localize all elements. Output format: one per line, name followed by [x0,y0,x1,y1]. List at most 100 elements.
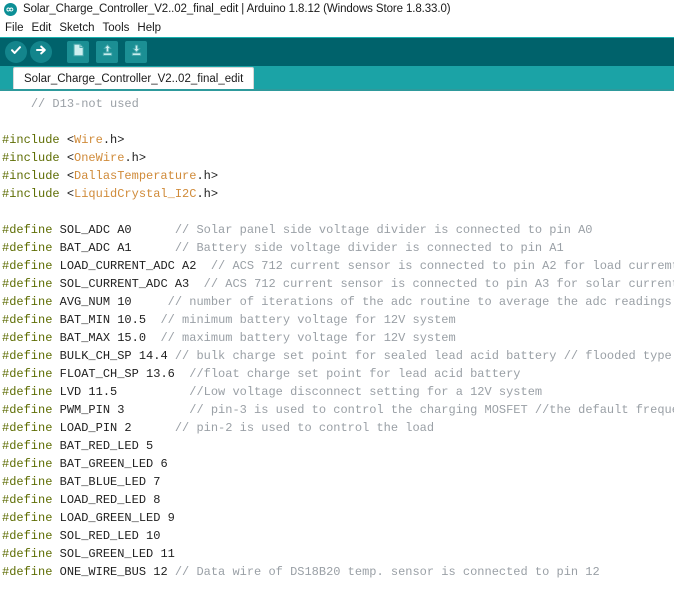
code-token: //Low voltage disconnect setting for a 1… [189,385,542,399]
code-token: LOAD_PIN 2 [52,421,174,435]
code-token: #define [2,529,52,543]
arrow-right-icon [34,43,48,62]
menu-item-tools[interactable]: Tools [103,22,135,34]
arrow-up-icon [101,43,114,62]
code-editor[interactable]: // D13-not used #include <Wire.h>#includ… [0,91,674,600]
menu-item-file[interactable]: File [5,22,29,34]
code-line: #define LVD 11.5 //Low voltage disconnec… [2,383,674,401]
code-token: #define [2,241,52,255]
verify-button[interactable] [5,41,27,63]
code-token: // Battery side voltage divider is conne… [175,241,564,255]
code-token: #define [2,277,52,291]
code-line: #define SOL_ADC A0 // Solar panel side v… [2,221,674,239]
code-token: // D13-not used [31,97,139,111]
code-token: BAT_GREEN_LED 6 [52,457,167,471]
code-line: #define BAT_MIN 10.5 // minimum battery … [2,311,674,329]
code-token: BAT_ADC A1 [52,241,174,255]
code-token: #include [2,151,67,165]
code-token: BULK_CH_SP 14.4 [52,349,174,363]
code-token: DallasTemperature [74,169,196,183]
code-token: ONE_WIRE_BUS 12 [52,565,174,579]
upload-button[interactable] [30,41,52,63]
code-line: #define AVG_NUM 10 // number of iteratio… [2,293,674,311]
code-token: PWM_PIN 3 [52,403,189,417]
code-token: BAT_MIN 10.5 [52,313,160,327]
arduino-infinity-icon [4,3,17,16]
code-token: < [67,169,74,183]
code-token: #define [2,457,52,471]
code-line: #define LOAD_PIN 2 // pin-2 is used to c… [2,419,674,437]
code-token: #define [2,223,52,237]
code-line: #include <DallasTemperature.h> [2,167,674,185]
menu-item-sketch[interactable]: Sketch [59,22,99,34]
code-token: // maximum battery voltage for 12V syste… [160,331,455,345]
code-token: BAT_BLUE_LED 7 [52,475,160,489]
code-token: #define [2,547,52,561]
code-token: #define [2,565,52,579]
code-token: #define [2,511,52,525]
code-token: #define [2,403,52,417]
code-line [2,203,674,221]
save-button[interactable] [125,41,147,63]
code-line: #define BAT_ADC A1 // Battery side volta… [2,239,674,257]
code-token: Wire [74,133,103,147]
tab-sketch-active[interactable]: Solar_Charge_Controller_V2..02_final_edi… [13,67,254,89]
code-token: // ACS 712 current sensor is connected t… [204,277,674,291]
code-line: #define SOL_GREEN_LED 11 [2,545,674,563]
new-button[interactable] [67,41,89,63]
code-token: #define [2,331,52,345]
code-token: SOL_CURRENT_ADC A3 [52,277,203,291]
code-line: #define LOAD_RED_LED 8 [2,491,674,509]
menu-item-edit[interactable]: Edit [32,22,57,34]
tab-label: Solar_Charge_Controller_V2..02_final_edi… [24,73,243,85]
code-token: #define [2,421,52,435]
code-token: BAT_RED_LED 5 [52,439,153,453]
code-line: #define BAT_GREEN_LED 6 [2,455,674,473]
code-token: #define [2,367,52,381]
code-token: // Solar panel side voltage divider is c… [175,223,593,237]
code-token: #define [2,475,52,489]
code-line: #include <LiquidCrystal_I2C.h> [2,185,674,203]
code-line: #define FLOAT_CH_SP 13.6 //float charge … [2,365,674,383]
code-line: #define LOAD_GREEN_LED 9 [2,509,674,527]
code-token: .h> [124,151,146,165]
toolbar [0,37,674,66]
code-token: // bulk charge set point for sealed lead… [175,349,674,363]
code-token: #define [2,385,52,399]
code-token: //float charge set point for lead acid b… [189,367,520,381]
code-text[interactable]: // D13-not used #include <Wire.h>#includ… [2,95,674,600]
code-token: // ACS 712 current sensor is connected t… [211,259,674,273]
window-title: Solar_Charge_Controller_V2..02_final_edi… [23,3,450,15]
code-line: #define BAT_BLUE_LED 7 [2,473,674,491]
code-token: SOL_ADC A0 [52,223,174,237]
code-token: #include [2,187,67,201]
code-token: LOAD_CURRENT_ADC A2 [52,259,210,273]
code-token: < [67,133,74,147]
code-token: #define [2,349,52,363]
code-token: // Data wire of DS18B20 temp. sensor is … [175,565,600,579]
menu-item-help[interactable]: Help [137,22,166,34]
code-token: #define [2,493,52,507]
open-button[interactable] [96,41,118,63]
code-line: #define BAT_MAX 15.0 // maximum battery … [2,329,674,347]
code-line: #define BULK_CH_SP 14.4 // bulk charge s… [2,347,674,365]
code-token: OneWire [74,151,124,165]
check-icon [9,43,23,62]
code-token: BAT_MAX 15.0 [52,331,160,345]
code-token: .h> [196,169,218,183]
code-token: FLOAT_CH_SP 13.6 [52,367,189,381]
code-line: #define BAT_RED_LED 5 [2,437,674,455]
code-token: // number of iterations of the adc routi… [168,295,672,309]
code-token: < [67,187,74,201]
code-token: LOAD_GREEN_LED 9 [52,511,174,525]
code-token: // pin-2 is used to control the load [175,421,434,435]
code-token: .h> [196,187,218,201]
code-token: #define [2,313,52,327]
arrow-down-icon [130,43,143,62]
code-token: .h> [103,133,125,147]
code-token: < [67,151,74,165]
code-token: #define [2,295,52,309]
code-line: #define SOL_RED_LED 10 [2,527,674,545]
code-token: LOAD_RED_LED 8 [52,493,160,507]
code-line: #include <OneWire.h> [2,149,674,167]
